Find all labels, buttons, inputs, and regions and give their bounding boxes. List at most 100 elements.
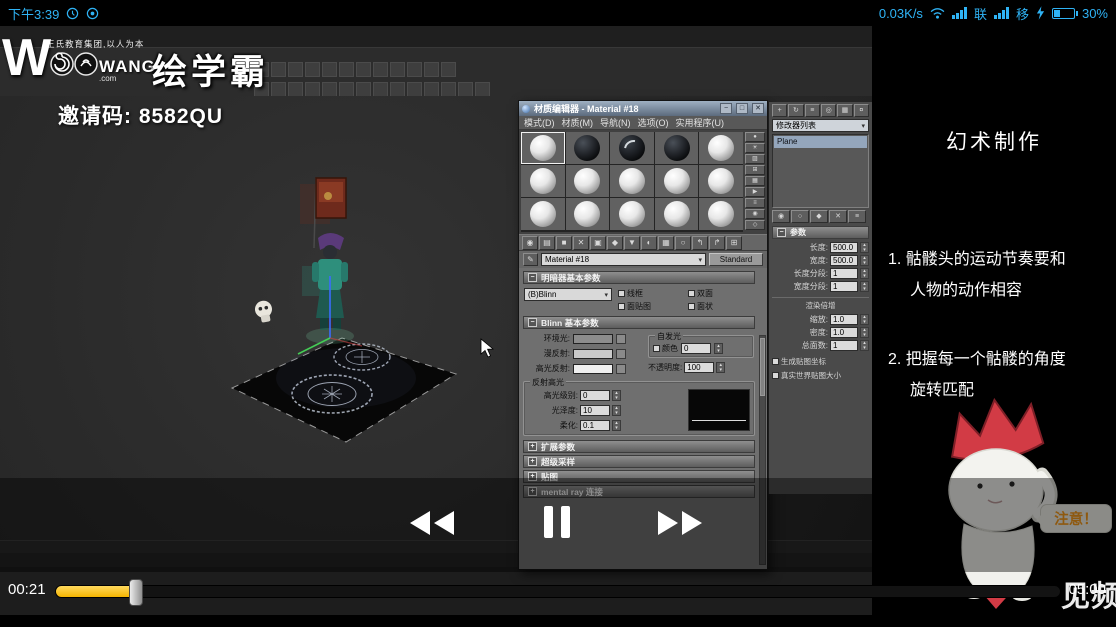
show-end-result-icon: ○ — [675, 235, 691, 250]
stack-item: Plane — [774, 136, 867, 148]
chevron-down-icon: ▾ — [861, 122, 865, 130]
options-icon: ≡ — [745, 198, 765, 208]
specular-highlights-group: 反射高光 高光级别: 0 ▴ ▾ 光泽度: 10 ▴ ▾ 柔化: 0.1 ▴ ▾ — [523, 377, 755, 436]
material-sample-slot — [565, 132, 610, 164]
opacity-field: 100 — [684, 362, 715, 373]
material-sample-sphere — [574, 201, 601, 227]
stack-toolbar: ◉ ○ ◆ ✕ ≡ — [772, 210, 869, 224]
window-icon — [522, 104, 530, 113]
param-label: 缩放: — [809, 315, 828, 324]
shader-type-dropdown: (B)Blinn ▾ — [524, 288, 612, 301]
param-row: 总面数: 1 ▴ ▾ — [772, 339, 869, 352]
menubar-item: 实用程序(U) — [675, 118, 725, 128]
seek-bar[interactable] — [55, 579, 1061, 606]
opacity-label: 不透明度: — [648, 363, 683, 372]
shader-checkbox: 线框 — [618, 288, 684, 299]
material-name-row: ✎ Material #18 ▾ Standard — [519, 251, 767, 268]
phone-screen: 下午3:39 0.03K/s 联 移 30% 材质编辑器 - Material … — [0, 0, 1116, 627]
modifier-list-value: 修改器列表 — [776, 121, 816, 130]
show-end-result-icon: ○ — [791, 210, 809, 223]
panel-checkbox: 生成贴图坐标 — [772, 356, 869, 367]
material-sample-slot — [521, 132, 565, 164]
self-illum-field: 0 — [681, 343, 711, 354]
rewind-button[interactable] — [408, 509, 456, 540]
scrollbar-thumb — [760, 338, 765, 396]
param-label: 光泽度: — [551, 406, 578, 415]
self-illumination-group: 自发光 颜色 0 ▴ ▾ — [648, 331, 754, 358]
pause-button[interactable] — [543, 505, 571, 542]
checkbox-box — [772, 358, 779, 365]
param-row: 缩放: 1.0 ▴ ▾ — [772, 313, 869, 326]
self-illum-opacity-col: 自发光 颜色 0 ▴ ▾ 不透明度: 100 ▴ ▾ — [648, 331, 754, 375]
checkbox-box — [772, 372, 779, 379]
ambient-map-button — [616, 333, 626, 344]
utilities-icon: ¤ — [853, 104, 869, 117]
material-name-value: Material #18 — [545, 255, 590, 264]
menubar-item: 导航(N) — [600, 118, 631, 128]
chevron-down-icon: ▾ — [698, 256, 702, 264]
material-map-navigator-icon: ◇ — [745, 220, 765, 230]
make-preview-icon: ▶ — [745, 187, 765, 197]
minimize-button: − — [720, 103, 732, 114]
material-sample-sphere — [574, 168, 601, 194]
material-editor-body: − 明暗器基本参数 (B)Blinn ▾ 线框 双面 面贴图 面状 − Blinn 基… — [519, 268, 767, 501]
self-illum-color-checkbox: 颜色 — [653, 343, 678, 354]
param-label: 总面数: — [801, 341, 828, 350]
material-sample-sphere — [708, 135, 735, 161]
param-field: 500.0 — [830, 242, 858, 253]
character-model — [297, 177, 363, 355]
param-row: 宽度分段: 1 ▴ ▾ — [772, 280, 869, 293]
param-field: 1.0 — [830, 327, 858, 338]
battery-fill — [1053, 9, 1061, 17]
wifi-icon — [930, 8, 945, 19]
display-icon: ▦ — [837, 104, 853, 117]
spinner-arrows: ▴ ▾ — [860, 281, 869, 292]
close-button: ✕ — [752, 103, 764, 114]
spinner-arrows: ▴ ▾ — [860, 255, 869, 266]
put-to-scene-icon: ▤ — [539, 235, 555, 250]
shader-checkbox: 面状 — [688, 301, 754, 312]
param-field: 1 — [830, 340, 858, 351]
spinner-arrows: ▴ ▾ — [714, 343, 723, 354]
param-row: 密度: 1.0 ▴ ▾ — [772, 326, 869, 339]
skull-object — [254, 300, 272, 323]
current-time-label: 00:21 — [8, 581, 46, 598]
status-right: 0.03K/s 联 移 30% — [879, 4, 1108, 23]
highlight-rows: 高光级别: 0 ▴ ▾ 光泽度: 10 ▴ ▾ 柔化: 0.1 ▴ ▾ — [528, 389, 683, 432]
background-icon: ▨ — [745, 154, 765, 164]
make-unique-icon: ◆ — [607, 235, 623, 250]
material-sample-sphere — [663, 135, 690, 161]
backlight-icon: ☀ — [745, 143, 765, 153]
fast-forward-button[interactable] — [656, 509, 704, 540]
window-title: 材质编辑器 - Material #18 — [534, 104, 639, 114]
sample-type-icon: ● — [745, 132, 765, 142]
go-forward-sibling-icon: ↱ — [709, 235, 725, 250]
mat-toolbar: ◉ ▤ ■ ✕ ▣ ◆ ▼ ◐ ▦ ○ ↰ ↱ ⊞ — [519, 234, 767, 251]
duration-label: 05:00 — [1068, 581, 1106, 598]
specular-row: 高光反射: — [524, 362, 642, 375]
select-by-material-icon: ◉ — [745, 209, 765, 219]
checkbox-box — [618, 303, 625, 310]
collapse-icon: − — [528, 318, 537, 327]
material-sample-slot — [565, 198, 610, 230]
video-player-surface[interactable]: 材质编辑器 - Material #18 − □ ✕ 模式(D) 材质(M) 导航(… — [0, 26, 1116, 627]
diffuse-color-swatch — [573, 348, 613, 359]
param-field: 10 — [580, 405, 610, 416]
material-sample-slot — [610, 165, 654, 197]
param-row: 光泽度: 10 ▴ ▾ — [528, 404, 683, 417]
param-label: 宽度: — [809, 256, 828, 265]
group-legend: 反射高光 — [530, 377, 566, 388]
material-type-button: Standard — [709, 253, 763, 266]
checkbox-box — [688, 290, 695, 297]
max-titlebar-strip — [0, 26, 872, 48]
material-sample-slot — [610, 198, 654, 230]
ambient-color-swatch — [573, 333, 613, 344]
command-panel-tabs: + ↻ ≡ ◎ ▦ ¤ — [772, 104, 869, 117]
material-sample-slot — [654, 165, 699, 197]
seek-handle[interactable] — [129, 579, 144, 606]
battery-icon — [1051, 7, 1078, 19]
spinner-arrows: ▴ ▾ — [612, 405, 621, 416]
material-sample-sphere — [529, 168, 556, 194]
bottom-letterbox — [0, 615, 1116, 627]
ambient-row: 环境光: — [524, 332, 642, 345]
